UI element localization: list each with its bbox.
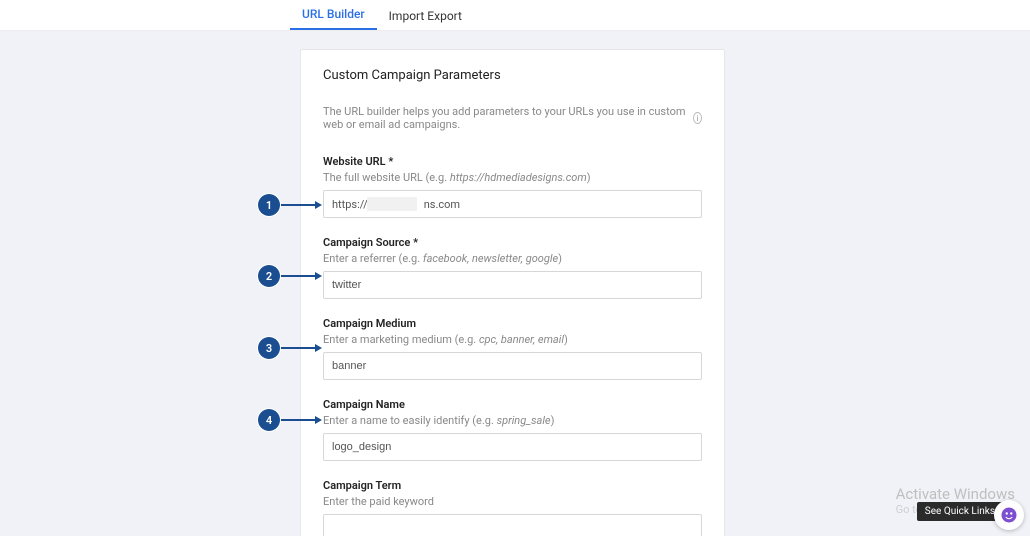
- hint-campaign-name: Enter a name to easily identify (e.g. sp…: [323, 414, 702, 427]
- field-campaign-name: Campaign Name Enter a name to easily ide…: [323, 398, 702, 461]
- campaign-card: Custom Campaign Parameters The URL build…: [300, 49, 725, 536]
- info-icon[interactable]: i: [693, 112, 702, 124]
- label-campaign-source: Campaign Source *: [323, 236, 702, 249]
- arrow-icon: [315, 416, 322, 424]
- callout-3: 3: [258, 337, 322, 359]
- label-campaign-term: Campaign Term: [323, 479, 702, 492]
- input-campaign-source[interactable]: [323, 271, 702, 299]
- field-website-url: Website URL * The full website URL (e.g.…: [323, 155, 702, 218]
- page-canvas: Custom Campaign Parameters The URL build…: [0, 31, 1030, 536]
- hint-website-url: The full website URL (e.g. https://hdmed…: [323, 171, 702, 184]
- field-campaign-medium: Campaign Medium Enter a marketing medium…: [323, 317, 702, 380]
- field-campaign-source: Campaign Source * Enter a referrer (e.g.…: [323, 236, 702, 299]
- intro-text: The URL builder helps you add parameters…: [323, 105, 702, 131]
- input-campaign-name[interactable]: [323, 433, 702, 461]
- arrow-icon: [315, 272, 322, 280]
- callout-bubble-4: 4: [258, 409, 280, 431]
- callout-2: 2: [258, 265, 322, 287]
- label-website-url: Website URL *: [323, 155, 702, 168]
- arrow-icon: [315, 201, 322, 209]
- input-campaign-medium[interactable]: [323, 352, 702, 380]
- redacted-block: [367, 197, 417, 211]
- label-campaign-name: Campaign Name: [323, 398, 702, 411]
- tab-import-export[interactable]: Import Export: [377, 9, 474, 30]
- hint-campaign-source: Enter a referrer (e.g. facebook, newslet…: [323, 252, 702, 265]
- quick-links-button[interactable]: See Quick Links: [917, 502, 1003, 521]
- input-campaign-term[interactable]: [323, 514, 702, 536]
- card-title: Custom Campaign Parameters: [323, 68, 702, 83]
- hint-campaign-term: Enter the paid keyword: [323, 495, 702, 508]
- callout-bubble-1: 1: [258, 194, 280, 216]
- callout-bubble-3: 3: [258, 337, 280, 359]
- top-tab-bar: URL Builder Import Export: [0, 0, 1030, 31]
- arrow-icon: [315, 344, 322, 352]
- callout-1: 1: [258, 194, 322, 216]
- callout-4: 4: [258, 409, 322, 431]
- callout-bubble-2: 2: [258, 265, 280, 287]
- tab-url-builder[interactable]: URL Builder: [290, 7, 377, 30]
- label-campaign-medium: Campaign Medium: [323, 317, 702, 330]
- hint-campaign-medium: Enter a marketing medium (e.g. cpc, bann…: [323, 333, 702, 346]
- assistant-bubble-icon[interactable]: [994, 500, 1024, 530]
- field-campaign-term: Campaign Term Enter the paid keyword: [323, 479, 702, 536]
